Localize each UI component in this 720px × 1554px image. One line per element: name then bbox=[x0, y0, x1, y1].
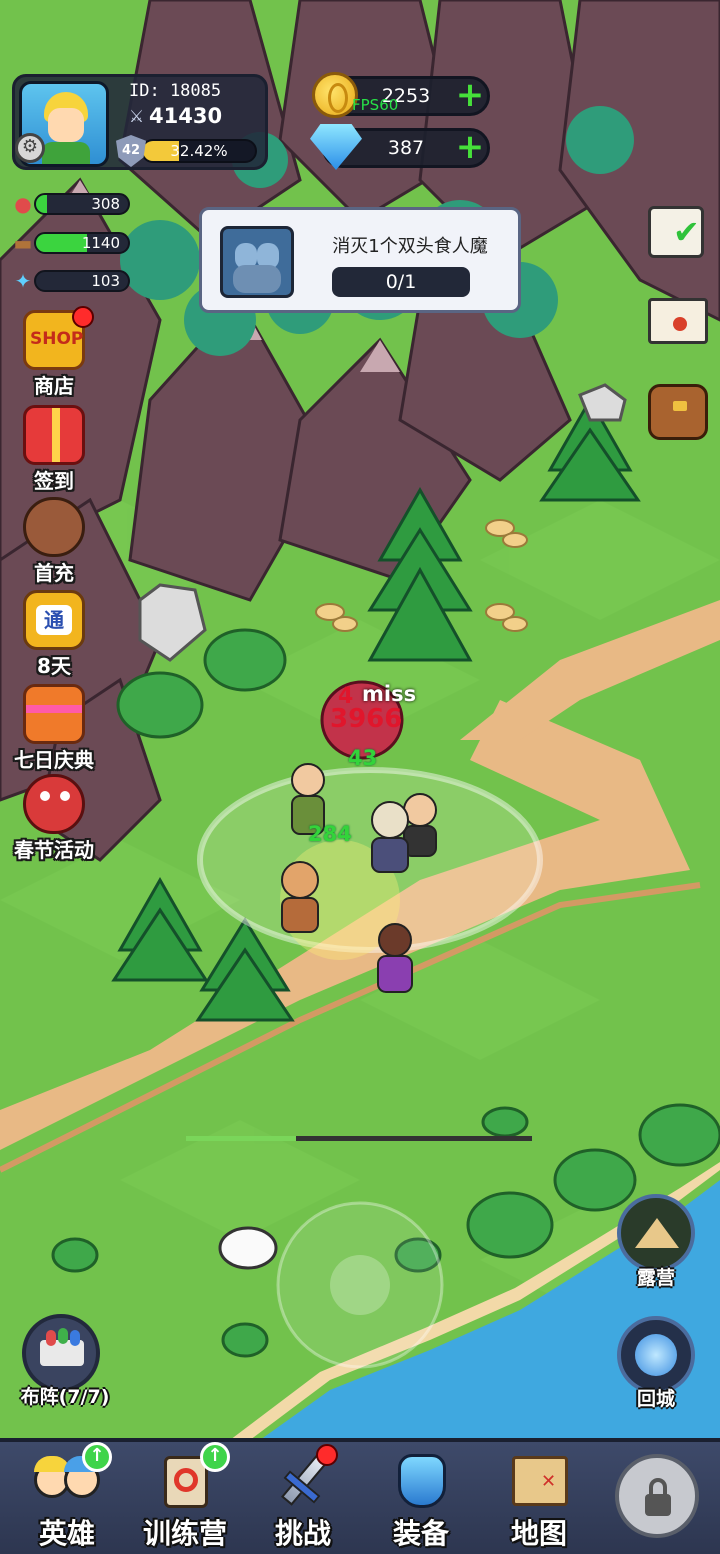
return-city-label: 回城 bbox=[636, 1388, 675, 1410]
right-item-mail[interactable] bbox=[642, 286, 712, 356]
side-item-label: 8天 bbox=[37, 654, 71, 678]
gift-icon bbox=[23, 405, 85, 465]
resource-fill bbox=[36, 234, 87, 252]
add-gold-button[interactable]: + bbox=[455, 78, 485, 112]
tab-challenge[interactable]: 挑战 bbox=[248, 1444, 358, 1554]
side-item-label: 签到 bbox=[34, 469, 74, 493]
tab-heroes[interactable]: ↑ 英雄 bbox=[12, 1442, 122, 1554]
level-badge: 42 bbox=[116, 135, 146, 167]
tent-icon bbox=[635, 1218, 679, 1248]
fps-counter: FPS60 bbox=[352, 96, 399, 114]
heal-number: 43 bbox=[348, 746, 378, 770]
quest-progress: 0/1 bbox=[332, 267, 470, 297]
crossed-swords-icon: ⚔ bbox=[129, 107, 145, 127]
notification-dot bbox=[72, 306, 94, 328]
celebration-gift-icon bbox=[23, 684, 85, 744]
tab-locked[interactable] bbox=[602, 1448, 712, 1554]
resource-value: 1140 bbox=[81, 234, 120, 252]
two-headed-ogre-icon bbox=[220, 226, 294, 298]
resource-fill bbox=[36, 195, 48, 213]
crystal-resource-bar: 103 bbox=[34, 270, 130, 292]
tab-training-camp[interactable]: ↑ 训练营 bbox=[130, 1442, 240, 1554]
formation-button[interactable] bbox=[22, 1314, 100, 1392]
wood-resource-bar: 1140 bbox=[34, 232, 130, 254]
tab-label: 装备 bbox=[392, 1517, 449, 1550]
treasure-map-icon: ✕ bbox=[500, 1448, 578, 1518]
side-item-pass[interactable]: 通 8天 bbox=[6, 590, 102, 679]
right-item-tasks[interactable]: ✔ bbox=[642, 196, 712, 266]
upgrade-arrow-icon: ↑ bbox=[200, 1442, 230, 1472]
gear-icon[interactable]: ⚙ bbox=[15, 133, 45, 163]
formation-label: 布阵(7/7) bbox=[20, 1386, 110, 1408]
damage-number: 3966 bbox=[330, 704, 403, 734]
heal-number: 284 bbox=[308, 822, 352, 846]
add-gem-button[interactable]: + bbox=[455, 130, 485, 164]
side-item-label: 商店 bbox=[34, 374, 74, 398]
crystal-icon: ✦ bbox=[14, 269, 32, 293]
side-item-shop[interactable]: SHOP 商店 bbox=[6, 306, 102, 399]
tab-equipment[interactable]: 装备 bbox=[366, 1448, 476, 1554]
side-item-label: 七日庆典 bbox=[14, 748, 94, 772]
player-panel[interactable]: ⚙ ID: 18085 ⚔ 41430 32.42% 42 bbox=[12, 74, 268, 170]
side-item-first-recharge[interactable]: 首充 bbox=[6, 497, 102, 586]
side-item-checkin[interactable]: 签到 bbox=[6, 405, 102, 494]
tab-label: 英雄 bbox=[38, 1517, 95, 1550]
meat-resource-bar: 308 bbox=[34, 193, 130, 215]
mail-icon bbox=[648, 298, 708, 344]
formation-board-icon bbox=[40, 1328, 84, 1366]
quest-title: 消灭1个双头食人魔 bbox=[332, 236, 488, 257]
quest-tracker[interactable]: 消灭1个双头食人魔 0/1 bbox=[199, 207, 521, 313]
camp-label: 露营 bbox=[636, 1267, 675, 1289]
upgrade-arrow-icon: ↑ bbox=[82, 1442, 112, 1472]
camp-button[interactable] bbox=[617, 1194, 695, 1272]
armor-icon bbox=[382, 1448, 460, 1518]
backpack-icon bbox=[648, 384, 708, 440]
meat-icon: ● bbox=[14, 192, 32, 216]
side-item-seven-day[interactable]: 七日庆典 bbox=[6, 684, 102, 773]
side-item-spring-festival[interactable]: 春节活动 bbox=[6, 774, 102, 863]
lion-dance-icon bbox=[23, 774, 85, 834]
exp-bar: 32.42% bbox=[141, 139, 257, 163]
notification-dot bbox=[316, 1444, 338, 1466]
tab-label: 地图 bbox=[510, 1517, 567, 1550]
checklist-icon: ✔ bbox=[648, 206, 704, 258]
resource-value: 308 bbox=[91, 195, 120, 213]
archer-icon bbox=[23, 497, 85, 557]
side-item-label: 首充 bbox=[34, 561, 74, 585]
combat-power: 41430 bbox=[149, 104, 223, 128]
lock-icon bbox=[615, 1454, 699, 1538]
tab-label: 训练营 bbox=[142, 1517, 227, 1550]
side-item-label: 春节活动 bbox=[14, 838, 94, 862]
bottom-tab-bar: ↑ 英雄 ↑ 训练营 挑战 装备 ✕ 地图 bbox=[0, 1438, 720, 1554]
exp-percent: 32.42% bbox=[170, 142, 228, 160]
miss-text: miss bbox=[362, 682, 417, 706]
portal-icon bbox=[635, 1334, 677, 1376]
player-id: ID: 18085 bbox=[129, 81, 222, 101]
right-item-bag[interactable] bbox=[642, 376, 712, 446]
return-city-button[interactable] bbox=[617, 1316, 695, 1394]
tab-label: 挑战 bbox=[274, 1517, 331, 1550]
wood-icon: ▬ bbox=[13, 231, 33, 255]
resource-value: 103 bbox=[91, 272, 120, 290]
gem-value: 387 bbox=[387, 137, 425, 159]
pass-icon: 通 bbox=[23, 590, 85, 650]
tab-map[interactable]: ✕ 地图 bbox=[484, 1448, 594, 1554]
